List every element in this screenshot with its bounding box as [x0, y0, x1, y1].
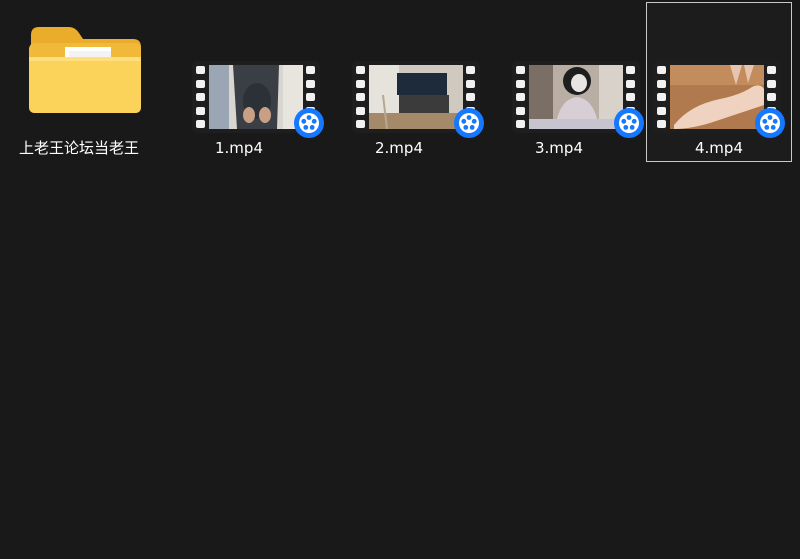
video-thumbnail: [512, 61, 644, 138]
video-thumbnail: [192, 61, 324, 138]
video-file-item[interactable]: 3.mp4: [486, 2, 644, 162]
video-file-label: 2.mp4: [375, 139, 423, 157]
video-file-label: 4.mp4: [695, 139, 743, 157]
folder-item[interactable]: 上老王论坛当老王: [6, 2, 152, 162]
video-file-item[interactable]: 1.mp4: [166, 2, 324, 162]
folder-icon: [29, 27, 141, 113]
video-file-item-selected[interactable]: 4.mp4: [646, 2, 792, 162]
video-file-label: 3.mp4: [535, 139, 583, 157]
video-player-icon: [294, 108, 324, 138]
video-file-item[interactable]: 2.mp4: [326, 2, 484, 162]
folder-label: 上老王论坛当老王: [18, 139, 139, 157]
file-explorer-view: 上老王论坛当老王 1.mp4 2.mp4 3.mp4 4.mp4: [0, 0, 800, 559]
video-thumbnail: [653, 61, 785, 138]
video-thumbnail: [352, 61, 484, 138]
video-player-icon: [454, 108, 484, 138]
video-player-icon: [614, 108, 644, 138]
video-file-label: 1.mp4: [215, 139, 263, 157]
video-player-icon: [755, 108, 785, 138]
